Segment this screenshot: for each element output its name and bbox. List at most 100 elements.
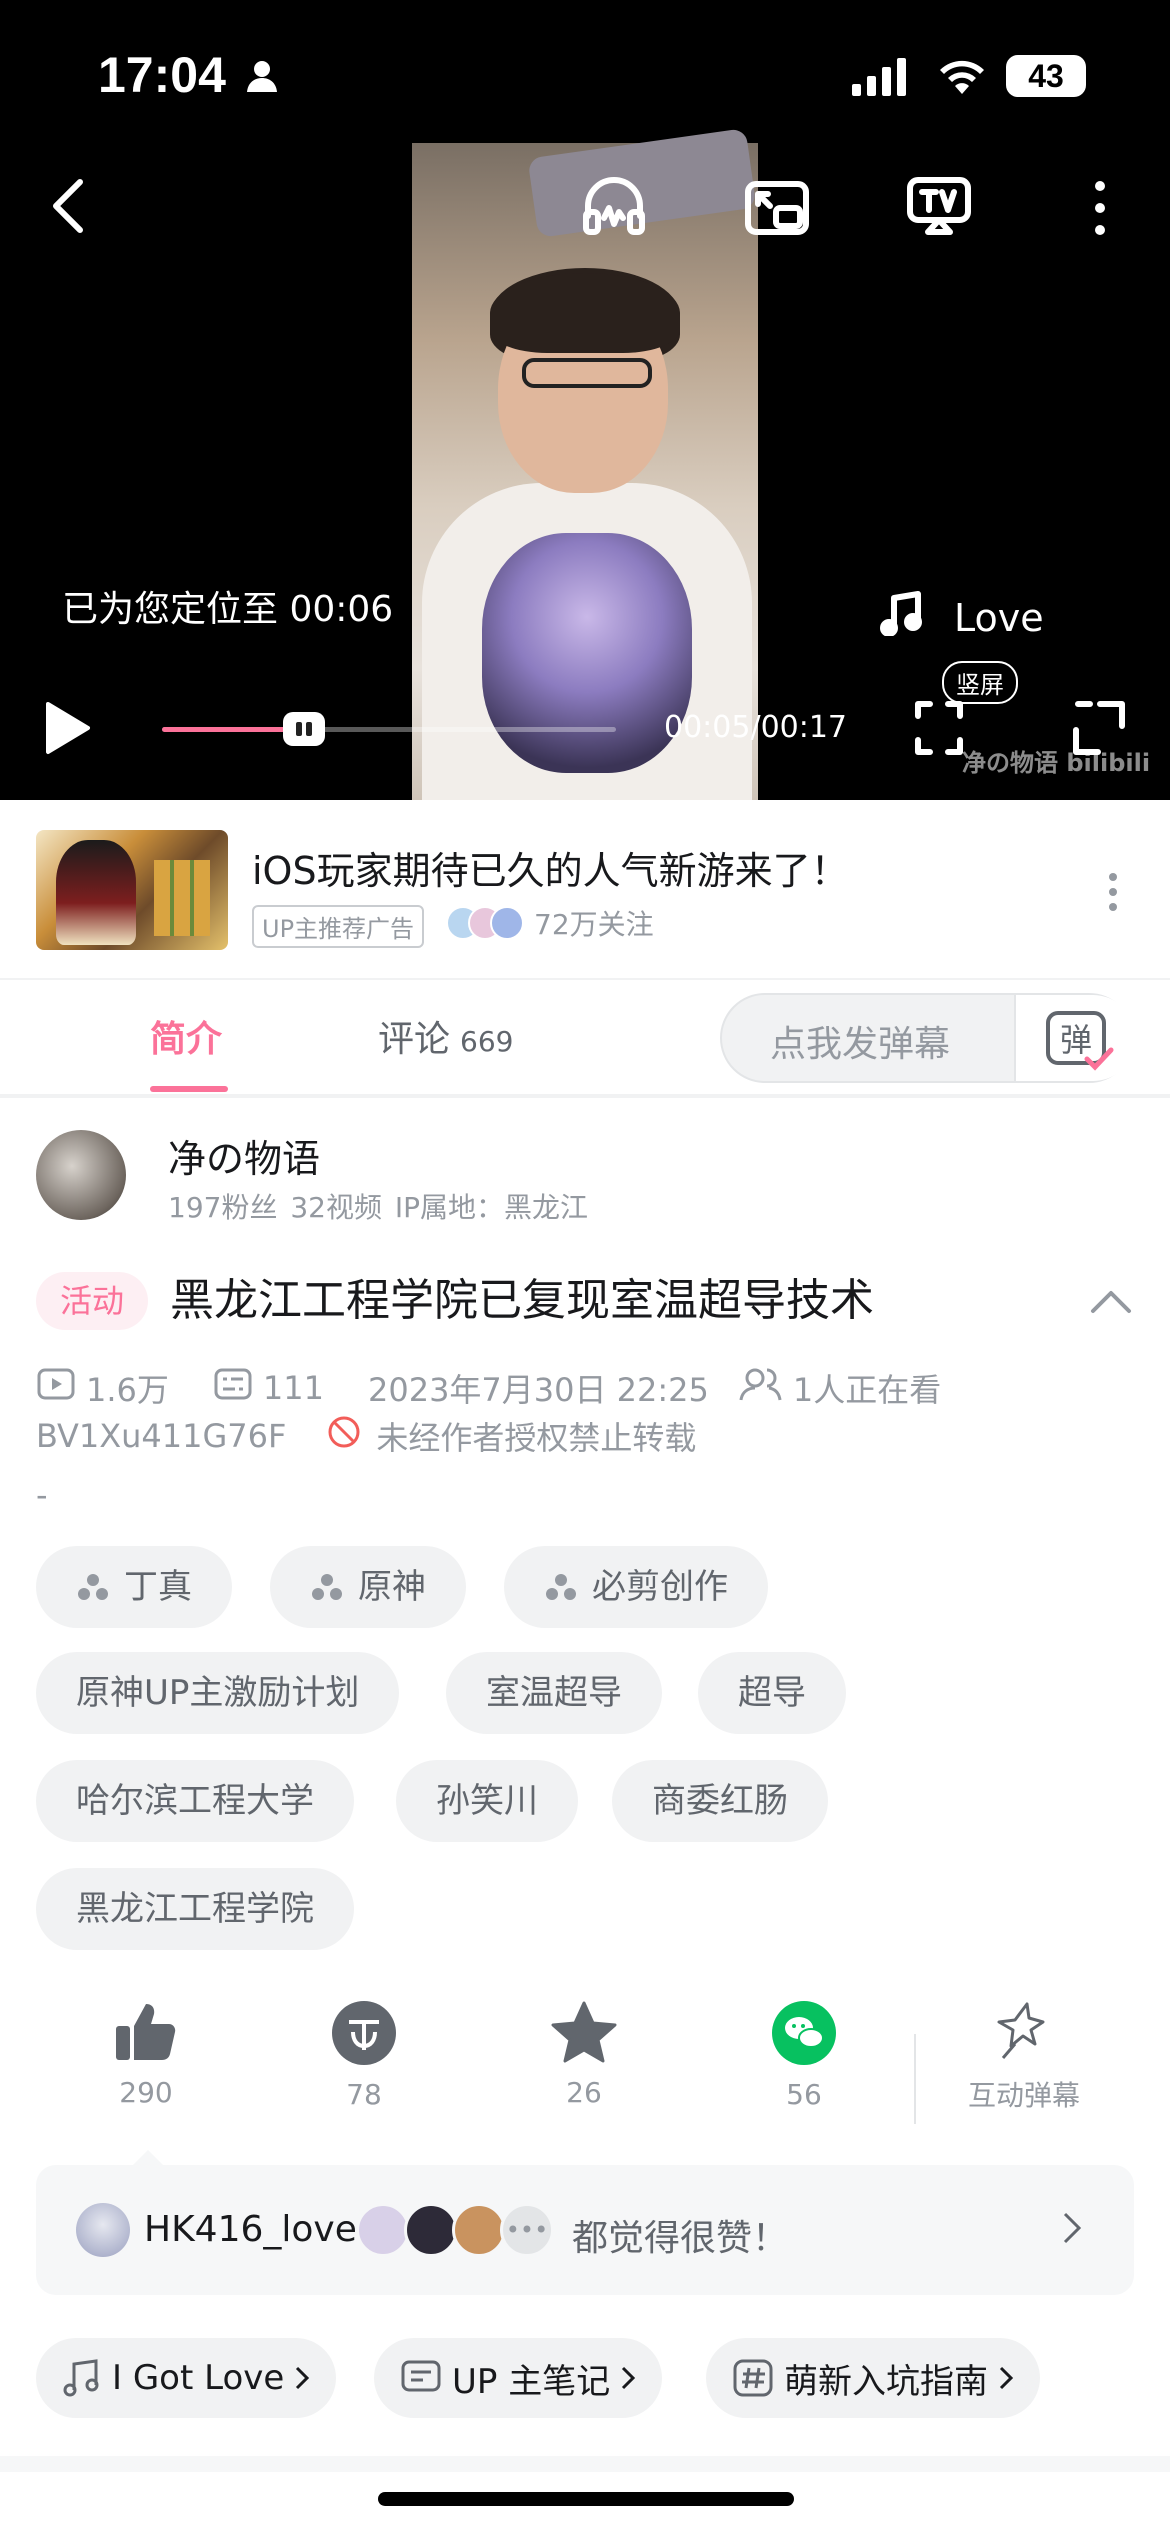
glasses <box>522 358 652 388</box>
tag-item[interactable]: 必剪创作 <box>504 1546 768 1628</box>
watching-count: 1人正在看 <box>792 1371 942 1409</box>
view-count: 1.6万 <box>86 1371 169 1409</box>
follower-avatar <box>490 906 524 940</box>
likers-text: 都觉得很赞！ <box>572 2218 789 2259</box>
cast-tv-icon[interactable] <box>906 176 972 240</box>
tag-item[interactable]: 孙笑川 <box>396 1760 578 1842</box>
tab-comments-count: 669 <box>460 1025 514 1058</box>
notes-chip-label: UP 主笔记 <box>452 2361 611 2402</box>
shirt-art <box>482 533 692 773</box>
wifi-icon <box>936 56 988 100</box>
divider <box>0 978 1170 980</box>
watermark: 净の物语 bilibili <box>962 749 1151 777</box>
divider <box>0 1094 1170 1098</box>
uploader-name[interactable]: 净の物语 <box>168 1128 320 1183</box>
vertical-mode-badge: 竖屏 <box>942 661 1018 704</box>
video-frame[interactable] <box>412 128 758 800</box>
hashtag-icon <box>733 2359 773 2397</box>
tab-intro-underline <box>150 1086 228 1092</box>
share-button[interactable]: 56 <box>714 2000 894 2111</box>
playback-time: 00:05/00:17 <box>664 710 848 745</box>
music-tag[interactable]: Love <box>880 590 1044 645</box>
cellular-signal-icon <box>852 58 912 100</box>
danmu-input[interactable]: 点我发弹幕 弹 <box>720 993 1136 1083</box>
song-name: Love <box>954 595 1044 640</box>
chevron-right-icon <box>296 2366 310 2390</box>
tag-item[interactable]: 丁真 <box>36 1546 232 1628</box>
like-button[interactable]: 290 <box>56 2000 236 2109</box>
danmu-icon: 弹 <box>1046 1011 1114 1071</box>
back-icon[interactable] <box>48 176 88 240</box>
favorite-count: 26 <box>566 2076 602 2109</box>
like-count: 290 <box>119 2076 173 2109</box>
tab-comments[interactable]: 评论 669 <box>378 1010 513 1062</box>
liker-avatars: ••• <box>356 2203 554 2257</box>
tag-item[interactable]: 原神 <box>270 1546 466 1628</box>
collapse-chevron-icon[interactable] <box>1090 1288 1132 1318</box>
chevron-right-icon <box>1062 2211 1082 2249</box>
danmaku-count: 111 <box>262 1369 324 1407</box>
more-menu-icon[interactable] <box>1092 180 1108 240</box>
topic-icon <box>546 1574 576 1600</box>
divider <box>914 2034 916 2124</box>
more-icon: ••• <box>500 2203 554 2257</box>
picture-in-picture-icon[interactable] <box>744 180 810 240</box>
section-divider <box>0 2456 1170 2472</box>
status-time: 17:04 <box>98 47 226 103</box>
notes-chip[interactable]: UP 主笔记 <box>374 2338 663 2418</box>
wechat-icon <box>772 2001 836 2065</box>
interactive-danmu-button[interactable]: 互动弹幕 <box>934 2000 1114 2114</box>
topic-chip[interactable]: 萌新入坑指南 <box>706 2338 1040 2418</box>
ad-followers: 72万关注 <box>446 903 654 943</box>
favorite-button[interactable]: 26 <box>494 2000 674 2109</box>
music-chip[interactable]: I Got Love <box>36 2338 337 2418</box>
tag-label: 丁真 <box>124 1567 192 1607</box>
topic-icon <box>78 1574 108 1600</box>
play-count-icon <box>36 1367 76 1409</box>
activity-tag[interactable]: 活动 <box>36 1272 149 1330</box>
viewers-icon <box>739 1366 783 1410</box>
no-repost-icon <box>326 1414 362 1458</box>
tag-item[interactable]: 原神UP主激励计划 <box>36 1652 400 1734</box>
tab-comments-label: 评论 <box>378 1019 451 1060</box>
likers-row[interactable]: HK416_love ••• 都觉得很赞！ <box>36 2165 1134 2295</box>
interactive-danmu-label: 互动弹幕 <box>967 2079 1080 2112</box>
coin-icon <box>332 2001 396 2065</box>
person-icon <box>244 58 280 98</box>
resume-toast: 已为您定位至 00:06 <box>62 589 394 630</box>
video-description: - <box>36 1476 48 1514</box>
progress-thumb[interactable] <box>283 712 325 746</box>
audio-only-icon[interactable] <box>582 176 646 240</box>
danmu-placeholder: 点我发弹幕 <box>770 1024 951 1065</box>
coin-button[interactable]: 78 <box>274 2000 454 2111</box>
ad-more-icon[interactable] <box>1108 872 1118 916</box>
copyright-notice: 未经作者授权禁止转载 <box>376 1419 697 1457</box>
publish-date: 2023年7月30日 22:25 <box>367 1371 709 1409</box>
tag-item[interactable]: 超导 <box>698 1652 846 1734</box>
uploader-stats: 197粉丝 32视频 IP属地：黑龙江 <box>168 1191 589 1224</box>
ad-thumbnail[interactable] <box>36 830 228 950</box>
coin-count: 78 <box>346 2078 382 2111</box>
uploader-avatar[interactable] <box>36 1130 126 1220</box>
music-note-icon <box>63 2359 99 2397</box>
video-title: 黑龙江工程学院已复现室温超导技术 <box>170 1275 874 1326</box>
progress-fill <box>162 727 285 732</box>
ad-badge: UP主推荐广告 <box>252 905 425 948</box>
notes-icon <box>401 2360 441 2392</box>
play-icon[interactable] <box>44 700 92 760</box>
home-indicator[interactable] <box>378 2492 794 2506</box>
tag-item[interactable]: 商委红肠 <box>612 1760 828 1842</box>
ad-title[interactable]: iOS玩家期待已久的人气新游来了！ <box>252 840 849 895</box>
battery-level: 43 <box>1028 57 1064 94</box>
tag-label: 原神 <box>358 1567 426 1607</box>
danmu-toggle-button[interactable]: 弹 <box>1014 995 1136 1081</box>
star-icon <box>551 2001 617 2063</box>
share-count: 56 <box>786 2078 822 2111</box>
tag-item[interactable]: 黑龙江工程学院 <box>36 1868 354 1950</box>
bvid: BV1Xu411G76F <box>36 1417 287 1455</box>
tab-intro[interactable]: 简介 <box>150 1010 222 1062</box>
tag-item[interactable]: 哈尔滨工程大学 <box>36 1760 354 1842</box>
vertical-fullscreen-icon[interactable] <box>914 700 964 760</box>
tag-item[interactable]: 室温超导 <box>446 1652 662 1734</box>
video-player[interactable]: 17:04 43 已为您定位至 00:06 Love 00:05/00:17 竖 <box>0 0 1170 800</box>
